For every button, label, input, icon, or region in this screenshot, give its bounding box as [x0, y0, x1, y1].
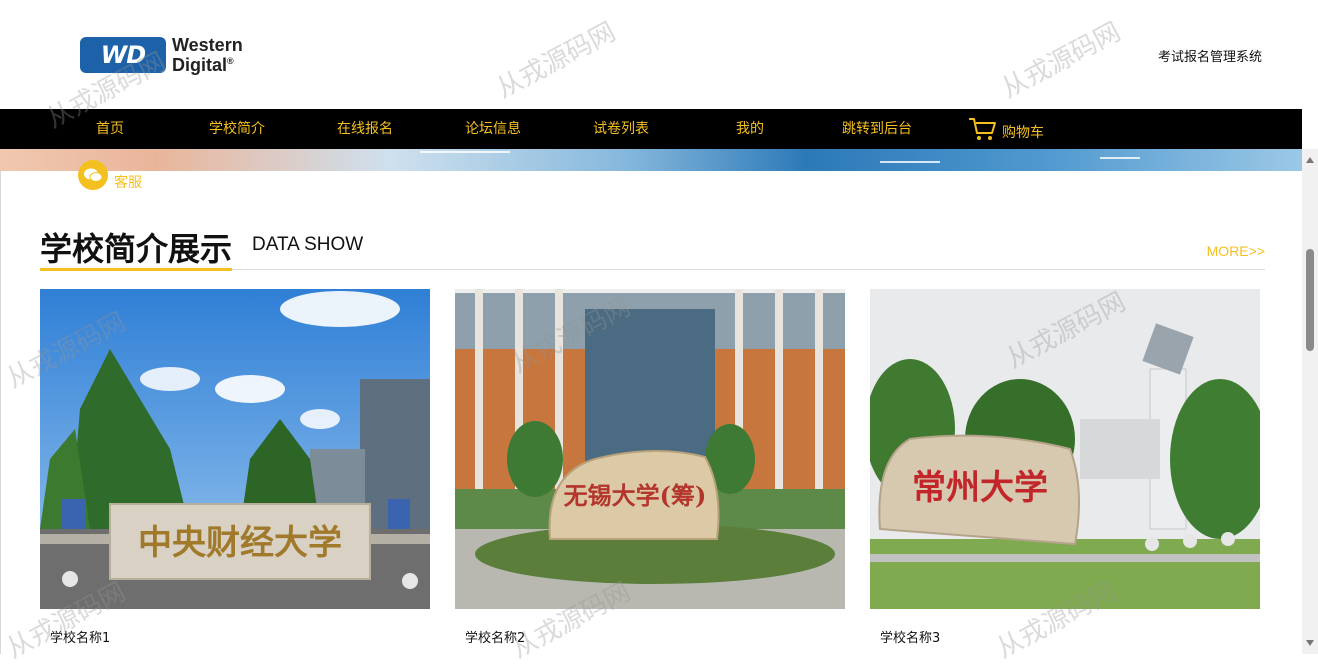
school-image[interactable]: 常州大学	[870, 289, 1260, 609]
brand-logo[interactable]: WD Western Digital®	[80, 36, 243, 74]
section-title: 学校简介展示	[40, 230, 233, 268]
banner-image	[0, 149, 1302, 171]
school-image[interactable]: 中央财经大学	[40, 289, 430, 609]
section-subtitle: DATA SHOW	[252, 234, 364, 255]
cart-icon	[969, 118, 996, 140]
scrollbar-thumb[interactable]	[1306, 249, 1314, 351]
nav-admin[interactable]: 跳转到后台	[842, 109, 912, 149]
logo-badge: WD	[80, 37, 166, 73]
sign-text: 无锡大学(筹)	[564, 481, 707, 510]
nav-forum[interactable]: 论坛信息	[465, 109, 521, 149]
school-image[interactable]: 无锡大学(筹)	[455, 289, 845, 609]
sign-text: 常州大学	[912, 468, 1048, 508]
scroll-up-arrow-icon[interactable]	[1306, 157, 1314, 163]
nav-exam-papers[interactable]: 试卷列表	[593, 109, 649, 149]
logo-line1: Western	[172, 35, 243, 55]
vertical-scrollbar[interactable]	[1302, 149, 1318, 654]
system-title: 考试报名管理系统	[1157, 50, 1262, 65]
service-label: 客服	[114, 175, 142, 191]
main-nav: 首页 学校简介 在线报名 论坛信息 试卷列表 我的 跳转到后台 购物车	[0, 109, 1302, 149]
school-name: 学校名称2	[465, 631, 526, 646]
logo-line2: Digital	[172, 55, 228, 75]
school-card[interactable]: 中央财经大学 学校名称1	[40, 289, 430, 646]
school-name: 学校名称1	[50, 631, 111, 646]
school-name: 学校名称3	[880, 631, 941, 646]
nav-mine[interactable]: 我的	[736, 109, 764, 149]
customer-service[interactable]: 客服	[78, 158, 142, 192]
banner-decor	[420, 151, 510, 153]
nav-online-register[interactable]: 在线报名	[337, 109, 393, 149]
site-header: WD Western Digital® 考试报名管理系统	[0, 0, 1302, 109]
school-card[interactable]: 常州大学 学校名称3	[870, 289, 1260, 646]
more-link[interactable]: MORE>>	[1207, 243, 1265, 259]
logo-registered-mark: ®	[227, 56, 234, 66]
logo-wordmark: Western Digital®	[172, 35, 243, 75]
banner-decor	[1100, 157, 1140, 159]
sign-text: 中央财经大学	[138, 523, 342, 563]
scroll-down-arrow-icon[interactable]	[1306, 640, 1314, 646]
school-card[interactable]: 无锡大学(筹) 学校名称2	[455, 289, 845, 646]
nav-cart[interactable]: 购物车	[968, 109, 1044, 149]
nav-home[interactable]: 首页	[96, 109, 124, 149]
banner-decor	[880, 161, 940, 163]
cart-label: 购物车	[1002, 125, 1044, 141]
nav-school-intro[interactable]: 学校简介	[209, 109, 265, 149]
chat-icon	[78, 160, 108, 190]
section-header: 学校简介展示 DATA SHOW MORE>>	[40, 222, 1265, 271]
section-title-underline	[40, 268, 232, 271]
